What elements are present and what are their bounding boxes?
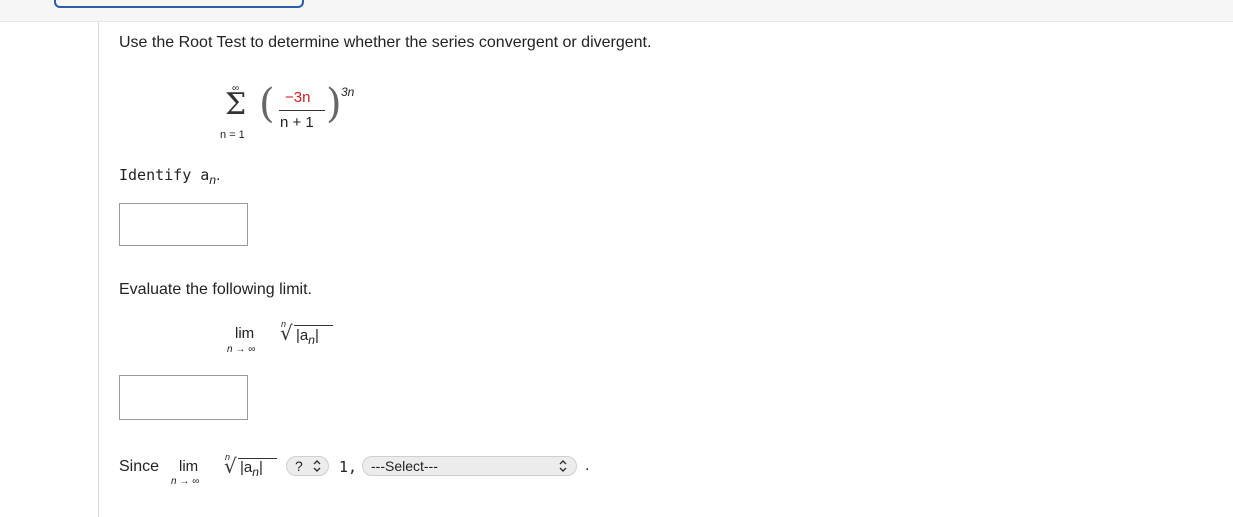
conclusion-one: 1, bbox=[339, 458, 358, 476]
question-instruction: Use the Root Test to determine whether t… bbox=[119, 34, 652, 51]
limit-under: n → ∞ bbox=[227, 344, 256, 355]
conclusion-since: Since bbox=[119, 458, 160, 475]
sum-lower-limit: n = 1 bbox=[220, 129, 245, 141]
left-parenthesis: ( bbox=[259, 81, 275, 127]
comparison-select-value: ? bbox=[295, 458, 303, 474]
limit-value-input[interactable] bbox=[119, 375, 248, 420]
top-toolbar bbox=[0, 0, 1233, 22]
updown-chevron-icon bbox=[313, 460, 321, 472]
identify-label: Identify an. bbox=[119, 166, 220, 187]
limit-radicand-text: |a bbox=[296, 327, 309, 344]
comparison-select[interactable]: ? bbox=[286, 456, 329, 476]
conclusion-end: . bbox=[585, 457, 590, 474]
conclusion-lim: lim bbox=[179, 458, 199, 475]
conclusion-radicand-text: |a bbox=[240, 459, 253, 476]
conclusion-radicand-sub: n bbox=[252, 465, 259, 479]
left-divider bbox=[98, 22, 99, 517]
identify-suffix: . bbox=[216, 167, 221, 184]
updown-chevron-icon bbox=[559, 460, 567, 472]
conclusion-radical-sign: √ bbox=[224, 454, 237, 478]
fraction-numerator: −3n bbox=[285, 89, 311, 106]
conclusion-radicand-close: | bbox=[258, 459, 263, 476]
limit-instruction: Evaluate the following limit. bbox=[119, 281, 312, 298]
right-parenthesis: ) bbox=[326, 81, 342, 127]
identify-subscript: n bbox=[209, 173, 216, 188]
fraction-bar bbox=[279, 110, 325, 111]
radical-overline bbox=[294, 325, 333, 326]
limit-radicand: |an| bbox=[296, 327, 319, 347]
conclusion-under: n → ∞ bbox=[171, 476, 200, 487]
fraction-denominator: n + 1 bbox=[280, 114, 314, 131]
active-tab-edge[interactable] bbox=[54, 0, 304, 8]
result-select-value: ---Select--- bbox=[371, 458, 438, 474]
radical-sign: √ bbox=[280, 321, 293, 345]
conclusion-radicand: |an| bbox=[240, 459, 263, 479]
series-exponent: 3n bbox=[341, 85, 355, 99]
result-select[interactable]: ---Select--- bbox=[362, 456, 577, 476]
limit-lim: lim bbox=[235, 325, 255, 342]
identify-text: Identify a bbox=[119, 166, 210, 184]
limit-radicand-close: | bbox=[314, 327, 319, 344]
sigma-symbol: Σ bbox=[225, 87, 247, 122]
limit-radicand-sub: n bbox=[308, 333, 315, 347]
identify-an-input[interactable] bbox=[119, 203, 248, 246]
